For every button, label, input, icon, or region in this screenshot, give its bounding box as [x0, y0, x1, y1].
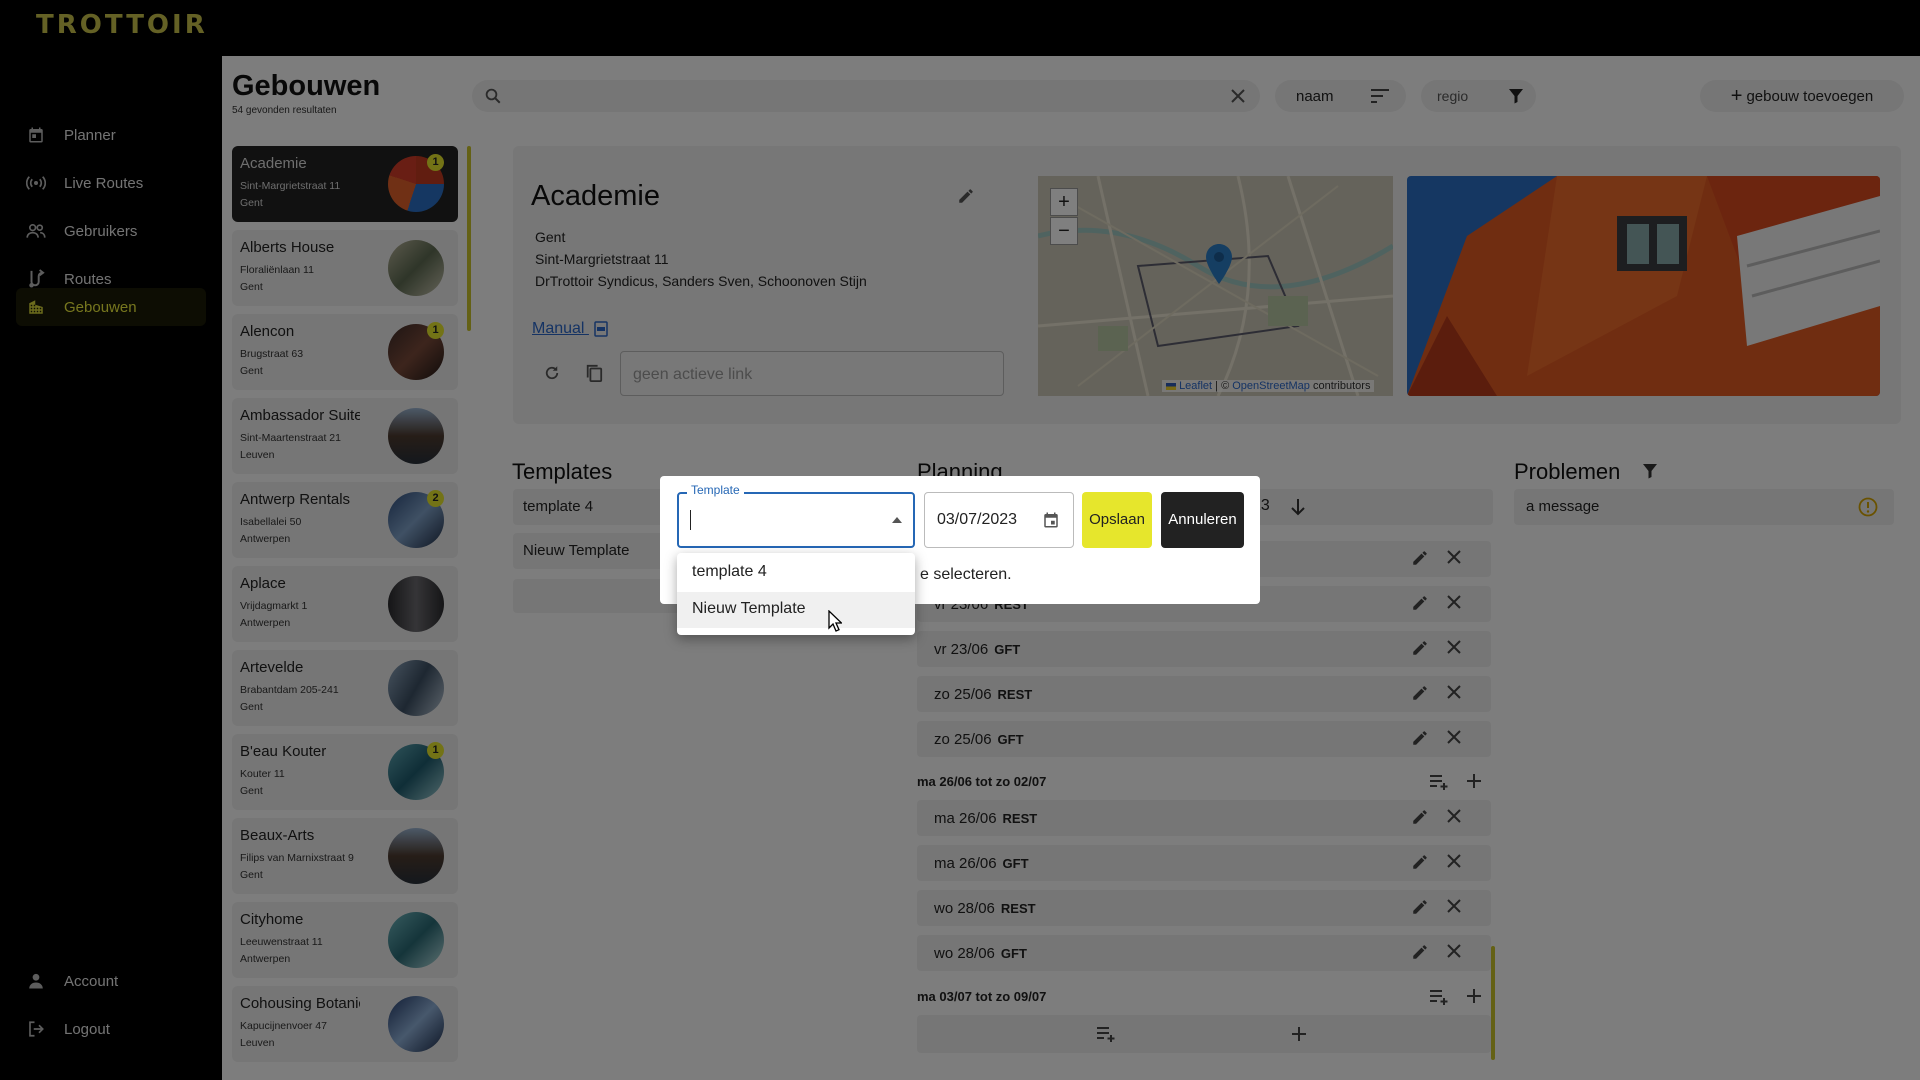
- text-caret: [690, 510, 691, 530]
- mouse-cursor-icon: [828, 610, 842, 632]
- dialog-message: e selecteren.: [920, 566, 1012, 583]
- app-root: TROTTOIR Planner Live Routes Gebruikers …: [0, 0, 1920, 1080]
- template-option[interactable]: template 4: [677, 555, 915, 591]
- date-input[interactable]: 03/07/2023: [924, 492, 1074, 548]
- cancel-button[interactable]: Annuleren: [1161, 492, 1244, 548]
- template-field-label: Template: [687, 483, 744, 497]
- save-button[interactable]: Opslaan: [1082, 492, 1152, 548]
- date-value: 03/07/2023: [937, 511, 1018, 528]
- template-option-hovered[interactable]: Nieuw Template: [677, 592, 915, 628]
- chevron-up-icon[interactable]: [892, 517, 902, 523]
- calendar-icon[interactable]: [1042, 510, 1060, 530]
- template-select[interactable]: [677, 492, 915, 548]
